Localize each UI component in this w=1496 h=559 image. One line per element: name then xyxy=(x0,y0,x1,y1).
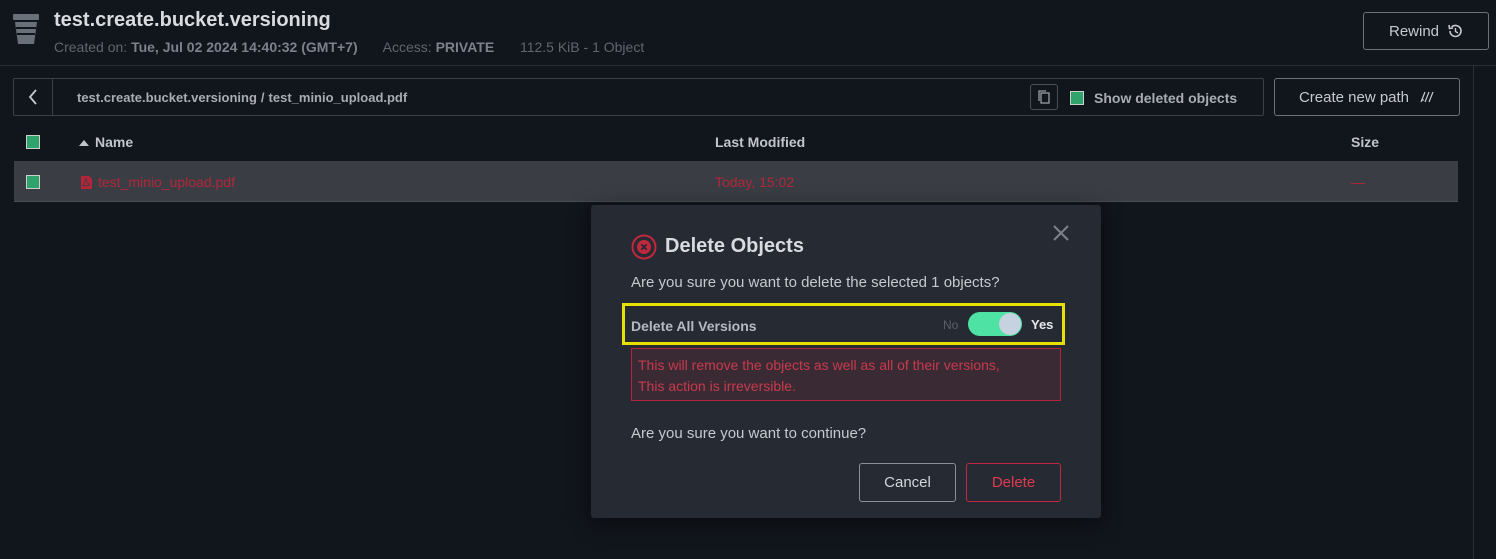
access-value: PRIVATE xyxy=(435,39,495,55)
row-last-modified: Today, 15:02 xyxy=(715,174,795,190)
switch-knob xyxy=(999,313,1021,335)
usage-text: 112.5 KiB - 1 Object xyxy=(519,39,645,55)
pdf-icon xyxy=(81,176,92,189)
new-path-icon xyxy=(1420,91,1434,103)
continue-question: Are you sure you want to continue? xyxy=(631,425,867,442)
show-deleted-checkbox[interactable] xyxy=(1070,91,1084,105)
show-deleted-toggle[interactable]: Show deleted objects xyxy=(1070,90,1237,106)
bucket-title: test.create.bucket.versioning xyxy=(54,9,331,31)
toggle-off-label: No xyxy=(943,318,959,332)
delete-all-versions-switch[interactable] xyxy=(968,312,1022,336)
table-row[interactable]: test_minio_upload.pdf Today, 15:02 — xyxy=(14,162,1458,202)
warning-box: This will remove the objects as well as … xyxy=(631,348,1061,401)
show-deleted-label: Show deleted objects xyxy=(1094,90,1238,106)
row-size: — xyxy=(1351,174,1365,190)
rewind-label: Rewind xyxy=(1388,22,1440,40)
copy-icon xyxy=(1038,90,1050,104)
warning-line-2: This action is irreversible. xyxy=(638,378,796,394)
access-label: Access: xyxy=(382,39,432,55)
breadcrumb: test.create.bucket.versioning / test_minio… xyxy=(77,90,407,105)
cancel-button[interactable]: Cancel xyxy=(859,463,956,502)
bucket-icon xyxy=(13,14,39,44)
create-new-path-label: Create new path xyxy=(1298,88,1410,106)
panel-divider xyxy=(1473,66,1474,559)
chevron-left-icon xyxy=(28,89,37,105)
close-icon[interactable] xyxy=(1051,223,1071,243)
delete-all-versions-label: Delete All Versions xyxy=(631,318,757,334)
created-value: Tue, Jul 02 2024 14:40:32 (GMT+7) xyxy=(131,39,358,55)
bucket-meta: Created on: Tue, Jul 02 2024 14:40:32 (G… xyxy=(54,39,644,55)
column-header-last-modified[interactable]: Last Modified xyxy=(715,134,805,150)
row-checkbox[interactable] xyxy=(26,175,40,189)
warning-line-1: This will remove the objects as well as … xyxy=(638,357,1000,373)
row-file-name: test_minio_upload.pdf xyxy=(98,174,235,190)
breadcrumb-file[interactable]: test_minio_upload.pdf xyxy=(269,90,408,105)
delete-question: Are you sure you want to delete the sele… xyxy=(631,274,1000,291)
breadcrumb-bucket[interactable]: test.create.bucket.versioning xyxy=(77,90,257,105)
history-icon xyxy=(1448,24,1462,38)
delete-button[interactable]: Delete xyxy=(966,463,1061,502)
rewind-button[interactable]: Rewind xyxy=(1363,12,1489,50)
sort-up-icon[interactable] xyxy=(79,140,89,146)
created-label: Created on: xyxy=(54,39,128,55)
modal-title: Delete Objects xyxy=(665,235,804,257)
error-icon xyxy=(631,234,657,260)
copy-path-button[interactable] xyxy=(1030,84,1058,110)
select-all-checkbox[interactable] xyxy=(26,135,40,149)
column-header-size[interactable]: Size xyxy=(1351,134,1379,150)
delete-objects-modal: Delete Objects Are you sure you want to … xyxy=(591,205,1101,518)
column-header-name[interactable]: Name xyxy=(95,134,133,150)
path-bar: test.create.bucket.versioning / test_minio… xyxy=(13,78,1264,116)
toggle-on-label: Yes xyxy=(1031,317,1054,332)
back-button[interactable] xyxy=(14,79,53,115)
breadcrumb-separator: / xyxy=(260,90,265,105)
header: test.create.bucket.versioning Created on… xyxy=(0,0,1496,66)
create-new-path-button[interactable]: Create new path xyxy=(1274,78,1460,116)
